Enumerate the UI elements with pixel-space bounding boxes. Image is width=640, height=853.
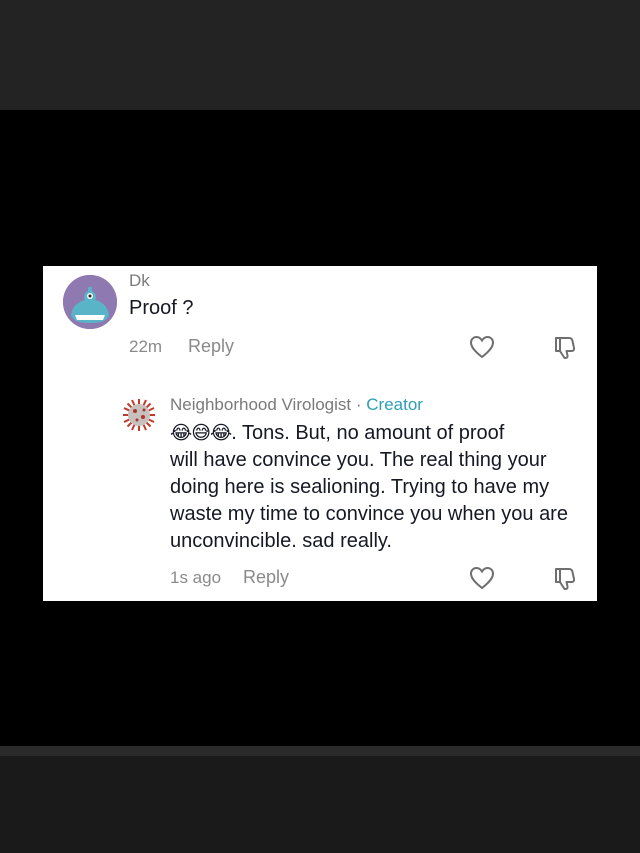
reply-text: 😂😅😂. Tons. But, no amount of proof will … xyxy=(170,420,580,555)
separator-dot: · xyxy=(351,395,367,414)
comment-text: Proof ? xyxy=(129,297,194,319)
reply-button[interactable]: Reply xyxy=(188,336,234,357)
reply-username[interactable]: Neighborhood Virologist xyxy=(170,395,351,414)
creator-badge: Creator xyxy=(366,395,423,414)
comment-timestamp: 22m xyxy=(129,337,163,356)
like-heart-icon[interactable] xyxy=(468,333,496,361)
comment-card: Dk Proof ? 22m Reply Neighborhood Virolo… xyxy=(43,266,597,601)
bottom-bar xyxy=(0,746,640,853)
dislike-thumb-icon[interactable] xyxy=(551,564,579,592)
reply-timestamp: 1s ago xyxy=(170,568,222,587)
creator-avatar[interactable] xyxy=(121,397,157,433)
comment-username[interactable]: Dk xyxy=(129,271,150,291)
laughing-emoji-icons: 😂😅😂 xyxy=(170,422,232,444)
virus-avatar-icon xyxy=(123,399,155,431)
reply-reply-button[interactable]: Reply xyxy=(243,567,289,588)
reply-author-line[interactable]: Neighborhood Virologist · Creator xyxy=(170,395,423,415)
bottom-bar-edge xyxy=(0,746,640,756)
user-avatar-dk[interactable] xyxy=(63,275,117,329)
reply-text-line1: . Tons. But, no amount of proof xyxy=(231,422,505,444)
top-bar xyxy=(0,0,640,110)
reply-text-body: will have convince you. The real thing y… xyxy=(170,449,568,552)
monster-avatar-icon xyxy=(63,275,117,329)
like-heart-icon[interactable] xyxy=(468,564,496,592)
dislike-thumb-icon[interactable] xyxy=(551,333,579,361)
